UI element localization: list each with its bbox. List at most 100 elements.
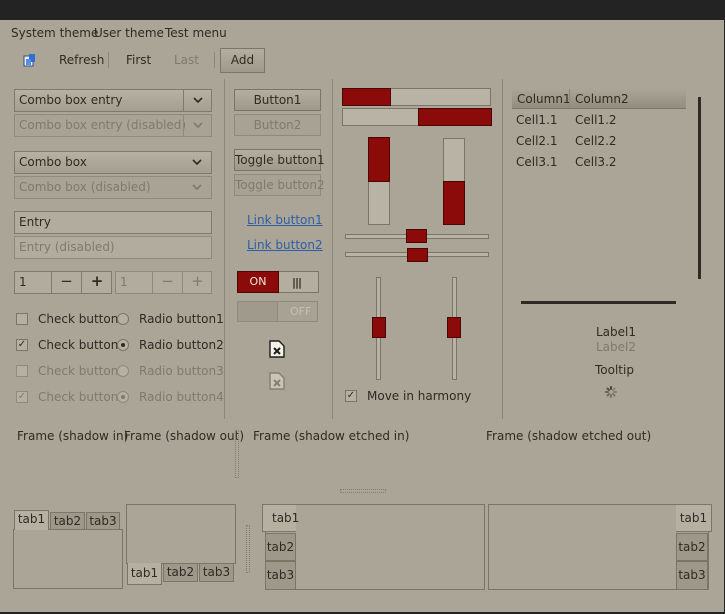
chevron-down-icon xyxy=(183,177,211,198)
last-button: Last xyxy=(174,53,199,67)
label-2: Label2 xyxy=(596,340,637,354)
main-window: System theme User theme Test menu Refres… xyxy=(0,20,724,612)
tree-column-2-header[interactable]: Column2 xyxy=(575,91,629,107)
switch-on-label[interactable]: ON xyxy=(237,271,279,293)
toggle-button-1[interactable]: Toggle button1 xyxy=(234,149,325,171)
add-button[interactable]: Add xyxy=(220,48,265,73)
link-button-1[interactable]: Link button1 xyxy=(247,212,323,228)
link-button-2[interactable]: Link button2 xyxy=(247,237,323,253)
notebook-bottom-tab1[interactable]: tab1 xyxy=(127,563,162,585)
spin-value[interactable]: 1 xyxy=(19,275,27,289)
switch-off-label: OFF xyxy=(290,305,312,318)
move-in-harmony-label[interactable]: Move in harmony xyxy=(367,388,471,404)
check-button-3 xyxy=(16,365,28,377)
combo-box-entry[interactable]: Combo box entry xyxy=(14,89,212,112)
combo-box[interactable]: Combo box xyxy=(14,151,212,174)
radio-button-2-label[interactable]: Radio button2 xyxy=(139,337,224,353)
first-button[interactable]: First xyxy=(126,52,151,68)
notebook-left-tab3[interactable]: tab3 xyxy=(265,561,296,590)
file-close-icon-disabled xyxy=(269,372,285,390)
radio-button-3 xyxy=(117,365,129,377)
vertical-scale-2-slider[interactable] xyxy=(447,317,461,338)
tree-column-1-header[interactable]: Column1 xyxy=(517,91,571,107)
check-button-3-label: Check button3 xyxy=(38,364,126,378)
check-button-4: ✓ xyxy=(16,391,28,403)
notebook-left-tab1[interactable]: tab1 xyxy=(262,504,299,532)
move-in-harmony-checkbox[interactable]: ✓ xyxy=(345,390,357,402)
file-close-icon xyxy=(269,340,285,358)
spinner-icon xyxy=(605,386,617,398)
frame-etched-out-label: Frame (shadow etched out) xyxy=(486,429,652,443)
chevron-down-icon[interactable] xyxy=(183,152,211,173)
radio-button-2[interactable] xyxy=(117,339,129,351)
column-separator xyxy=(332,79,333,419)
tree-cell[interactable]: Cell3.1 xyxy=(516,154,558,170)
progress-bar-1 xyxy=(342,88,491,106)
vertical-progress-bar-2 xyxy=(443,138,465,225)
refresh-icon[interactable] xyxy=(23,53,37,67)
vertical-scale-1-slider[interactable] xyxy=(372,317,386,338)
column-separator xyxy=(224,79,225,419)
vertical-progress-bar-2-fill xyxy=(443,181,465,225)
vertical-progress-bar-1-fill xyxy=(368,137,390,182)
menu-user-theme[interactable]: User theme xyxy=(94,25,164,41)
tree-cell[interactable]: Cell2.2 xyxy=(575,133,617,149)
notebook-right-tab3[interactable]: tab3 xyxy=(676,561,708,590)
notebook-bottom-tab2[interactable]: tab2 xyxy=(163,563,198,582)
pane-grip-horizontal[interactable] xyxy=(340,489,386,493)
combo-box-entry-text[interactable]: Combo box entry xyxy=(19,93,122,107)
tree-cell[interactable]: Cell1.2 xyxy=(575,112,617,128)
check-button-1-label[interactable]: Check button1 xyxy=(38,311,126,327)
tree-cell[interactable]: Cell3.2 xyxy=(575,154,617,170)
switch-off-knob xyxy=(238,302,278,321)
notebook-right-tab2[interactable]: tab2 xyxy=(676,533,708,561)
spin-decrement-button-disabled: − xyxy=(152,271,182,294)
refresh-button[interactable]: Refresh xyxy=(59,52,104,68)
notebook-bottom-panel xyxy=(126,504,236,564)
check-button-1[interactable] xyxy=(16,313,28,325)
notebook-top-tab1[interactable]: tab1 xyxy=(14,510,49,530)
tooltip-label: Tooltip xyxy=(595,363,634,377)
radio-button-1-label[interactable]: Radio button1 xyxy=(139,311,224,327)
chevron-down-icon[interactable] xyxy=(183,90,211,111)
notebook-right-tab1[interactable]: tab1 xyxy=(676,504,712,532)
radio-button-4-label: Radio button4 xyxy=(139,390,224,404)
tree-horizontal-scrollbar[interactable] xyxy=(521,301,676,304)
menu-test[interactable]: Test menu xyxy=(165,25,227,41)
combo-box-disabled-text: Combo box (disabled) xyxy=(19,180,151,194)
check-button-4-label: Check button4 xyxy=(38,390,126,404)
check-button-2-label[interactable]: Check button2 xyxy=(38,337,126,353)
switch-off-disabled: OFF xyxy=(237,301,318,322)
spin-decrement-button[interactable]: − xyxy=(51,271,81,294)
notebook-top-tab2[interactable]: tab2 xyxy=(50,512,85,530)
notebook-left-tab2[interactable]: tab2 xyxy=(265,533,296,561)
notebook-top-tab3[interactable]: tab3 xyxy=(86,512,120,530)
horizontal-scale-2-slider[interactable] xyxy=(407,248,428,262)
tree-header: Column1 Column2 xyxy=(512,89,686,109)
tree-cell[interactable]: Cell2.1 xyxy=(516,133,558,149)
progress-bar-1-fill xyxy=(342,88,391,106)
pane-grip-vertical[interactable] xyxy=(235,430,239,478)
combo-box-disabled: Combo box (disabled) xyxy=(14,176,212,199)
menu-system-theme[interactable]: System theme xyxy=(11,25,98,41)
button-1[interactable]: Button1 xyxy=(234,89,321,111)
combo-box-text: Combo box xyxy=(19,155,87,169)
button-2: Button2 xyxy=(234,114,321,136)
vertical-progress-bar-1 xyxy=(368,137,390,225)
notebook-top-panel xyxy=(13,529,123,589)
tree-vertical-scrollbar[interactable] xyxy=(698,97,701,279)
check-button-2[interactable]: ✓ xyxy=(16,339,28,351)
spin-increment-button-disabled: + xyxy=(182,271,212,294)
tree-cell[interactable]: Cell1.1 xyxy=(516,112,558,128)
entry-field[interactable]: Entry xyxy=(14,211,212,234)
toolbar-separator xyxy=(214,52,215,68)
horizontal-scale-1-slider[interactable] xyxy=(406,229,427,243)
entry-field-disabled: Entry (disabled) xyxy=(14,236,212,259)
radio-button-1[interactable] xyxy=(117,313,129,325)
toolbar-separator xyxy=(108,52,109,68)
pane-grip-vertical[interactable] xyxy=(246,525,250,573)
spin-increment-button[interactable]: + xyxy=(81,271,112,294)
combo-box-entry-disabled: Combo box entry (disabled) xyxy=(14,114,212,137)
notebook-bottom-tab3[interactable]: tab3 xyxy=(199,563,234,582)
switch-on[interactable]: ON ||| xyxy=(237,271,319,293)
